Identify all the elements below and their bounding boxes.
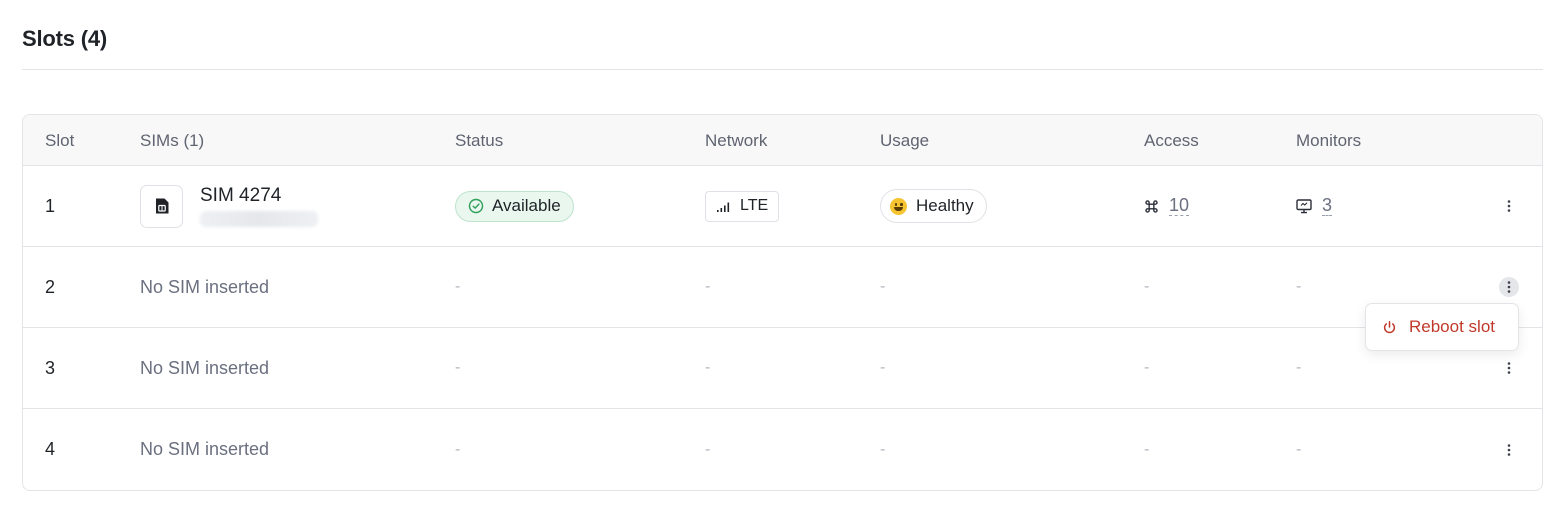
table-header: Slot SIMs (1) Status Network Usage Acces… <box>23 115 1542 166</box>
power-icon <box>1382 320 1397 335</box>
header-network: Network <box>705 131 768 150</box>
header-slot: Slot <box>45 131 75 150</box>
usage-empty: - <box>880 278 886 295</box>
monitors-metric[interactable]: 3 <box>1296 196 1333 216</box>
header-access: Access <box>1144 131 1199 150</box>
header-monitors: Monitors <box>1296 131 1362 150</box>
no-sim-text: No SIM inserted <box>140 276 270 297</box>
section-title: Slots (4) <box>22 26 107 51</box>
monitors-empty: - <box>1296 278 1302 295</box>
table-row: 4 No SIM inserted - - - - - <box>23 409 1542 490</box>
header-status: Status <box>455 131 504 150</box>
usage-empty: - <box>880 359 886 376</box>
usage-badge: Healthy <box>880 189 987 223</box>
table-row: 1 SIM 4274 Available LTE Healthy 10 3 <box>23 166 1542 247</box>
slot-number: 2 <box>45 276 56 297</box>
slot-number: 3 <box>45 357 56 378</box>
no-sim-text: No SIM inserted <box>140 357 270 378</box>
status-badge: Available <box>455 190 574 222</box>
monitors-empty: - <box>1296 359 1302 376</box>
sim-cell[interactable]: SIM 4274 <box>140 166 318 246</box>
signal-bars-icon <box>716 200 732 212</box>
network-empty: - <box>705 359 711 376</box>
network-empty: - <box>705 440 711 458</box>
header-sims: SIMs (1) <box>140 131 205 150</box>
sim-card-icon <box>140 184 183 228</box>
access-count[interactable]: 10 <box>1169 196 1190 216</box>
kebab-menu-icon[interactable] <box>1499 277 1519 297</box>
status-empty: - <box>455 278 461 295</box>
sim-name[interactable]: SIM 4274 <box>200 185 318 207</box>
table-row: 2 No SIM inserted - - - - - <box>23 247 1542 328</box>
usage-label: Healthy <box>916 196 974 215</box>
smiley-emoji-icon <box>890 197 907 215</box>
sim-number-redacted <box>200 211 318 227</box>
network-label: LTE <box>740 197 769 214</box>
network-empty: - <box>705 278 711 295</box>
command-icon <box>1144 199 1159 214</box>
slot-number: 4 <box>45 439 56 459</box>
status-empty: - <box>455 440 461 458</box>
reboot-slot-label: Reboot slot <box>1409 317 1495 336</box>
status-label: Available <box>492 196 561 215</box>
slot-number: 1 <box>45 195 56 216</box>
kebab-menu-icon[interactable] <box>1499 358 1519 378</box>
access-empty: - <box>1144 359 1150 376</box>
reboot-slot-menu-item[interactable]: Reboot slot <box>1365 303 1519 351</box>
kebab-menu-icon[interactable] <box>1499 196 1519 216</box>
usage-empty: - <box>880 440 886 458</box>
section-divider <box>22 69 1543 70</box>
no-sim-text: No SIM inserted <box>140 439 270 459</box>
monitors-count[interactable]: 3 <box>1322 196 1333 216</box>
check-circle-icon <box>468 198 484 214</box>
access-empty: - <box>1144 440 1150 458</box>
kebab-menu-icon[interactable] <box>1499 440 1519 460</box>
slots-table: Slot SIMs (1) Status Network Usage Acces… <box>22 114 1543 491</box>
network-badge: LTE <box>705 190 780 222</box>
monitors-empty: - <box>1296 440 1302 458</box>
monitor-icon <box>1296 198 1312 214</box>
status-empty: - <box>455 359 461 376</box>
table-row: 3 No SIM inserted - - - - - <box>23 328 1542 409</box>
access-empty: - <box>1144 278 1150 295</box>
access-metric[interactable]: 10 <box>1144 196 1190 216</box>
header-usage: Usage <box>880 131 930 150</box>
